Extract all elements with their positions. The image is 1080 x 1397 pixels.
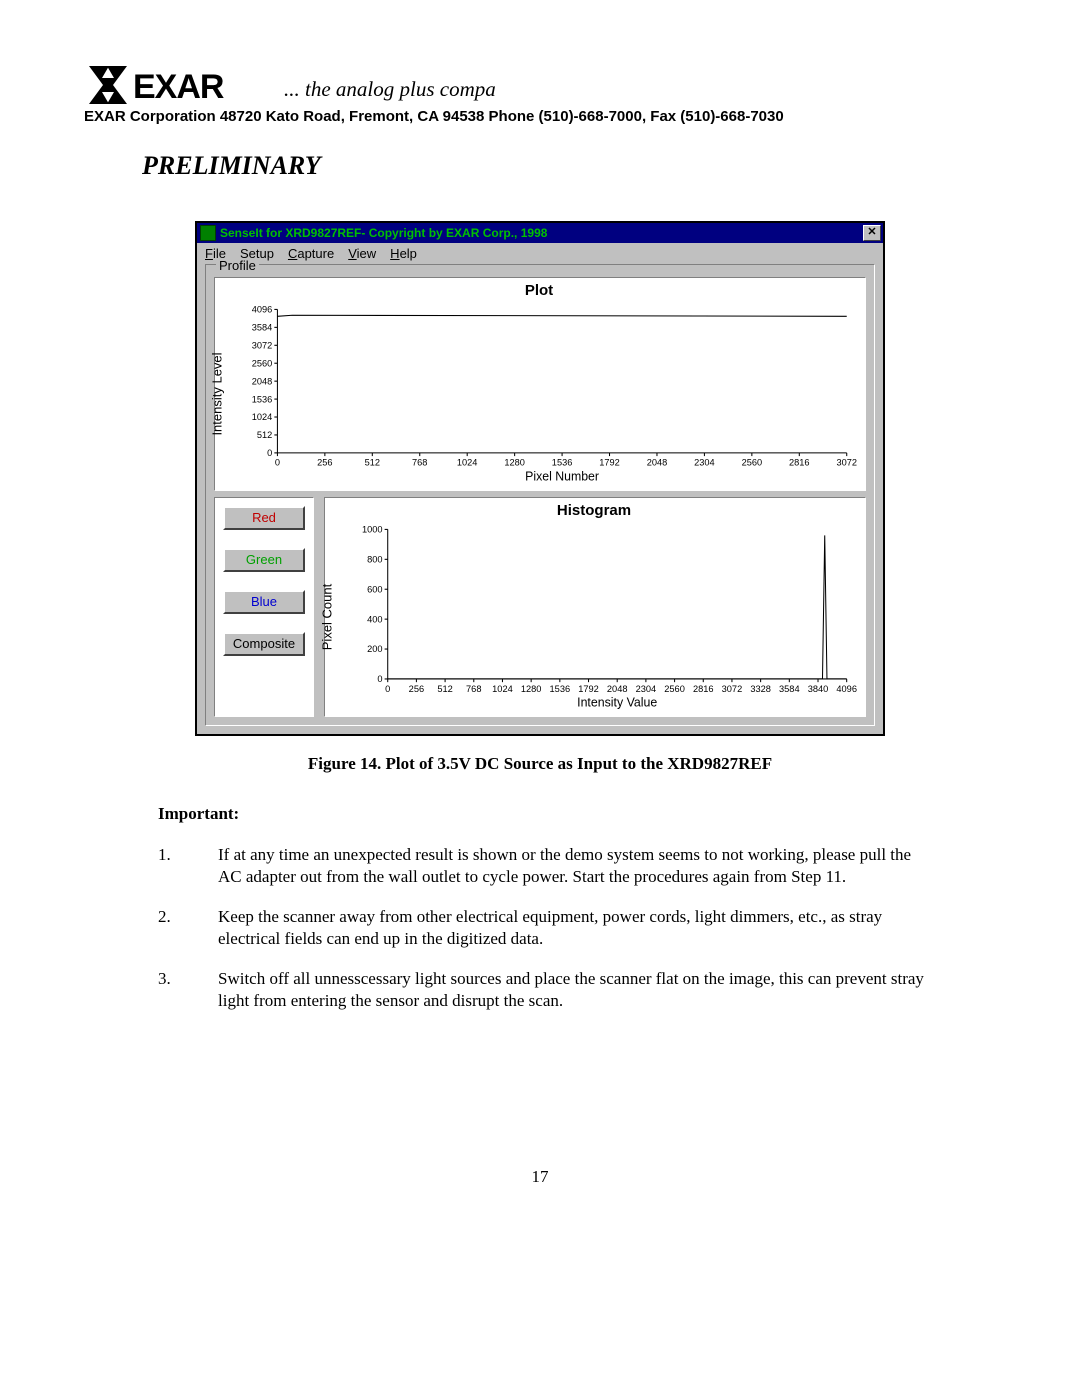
svg-text:1000: 1000 <box>362 523 383 534</box>
plot-chart: Intensity Level 051210241536204825603072… <box>221 303 857 485</box>
close-button[interactable]: ✕ <box>863 225 881 241</box>
svg-text:Pixel Number: Pixel Number <box>525 469 599 483</box>
svg-text:800: 800 <box>367 553 382 564</box>
svg-text:1536: 1536 <box>252 393 273 404</box>
svg-text:3328: 3328 <box>750 683 771 694</box>
svg-text:768: 768 <box>412 457 427 468</box>
svg-text:2048: 2048 <box>647 457 668 468</box>
page-number: 17 <box>0 1167 1080 1187</box>
notes-list: 1.If at any time an unexpected result is… <box>84 844 996 1013</box>
menu-capture-rest: apture <box>297 246 334 261</box>
svg-text:3584: 3584 <box>779 683 800 694</box>
histogram-panel: Histogram Pixel Count 020040060080010000… <box>324 497 866 717</box>
svg-text:2816: 2816 <box>693 683 714 694</box>
svg-text:256: 256 <box>317 457 332 468</box>
svg-text:0: 0 <box>377 673 382 684</box>
svg-text:4096: 4096 <box>252 303 273 314</box>
app-icon <box>200 225 216 241</box>
note-number: 1. <box>158 844 218 888</box>
titlebar: SenseIt for XRD9827REF- Copyright by EXA… <box>197 223 883 243</box>
menu-help[interactable]: Help <box>390 246 417 261</box>
svg-text:1024: 1024 <box>252 411 273 422</box>
note-text: If at any time an unexpected result is s… <box>218 844 926 888</box>
profile-legend: Profile <box>216 258 259 273</box>
plot-y-label: Intensity Level <box>210 352 225 435</box>
svg-text:EXAR: EXAR <box>133 68 224 104</box>
svg-text:1792: 1792 <box>578 683 599 694</box>
svg-text:3840: 3840 <box>808 683 829 694</box>
menu-view[interactable]: View <box>348 246 376 261</box>
svg-text:1280: 1280 <box>521 683 542 694</box>
window-title: SenseIt for XRD9827REF- Copyright by EXA… <box>220 226 547 240</box>
svg-text:1792: 1792 <box>599 457 620 468</box>
svg-text:1024: 1024 <box>457 457 478 468</box>
svg-text:Intensity Value: Intensity Value <box>577 696 657 710</box>
svg-text:2816: 2816 <box>789 457 810 468</box>
blue-button[interactable]: Blue <box>223 590 305 614</box>
svg-text:768: 768 <box>466 683 481 694</box>
svg-text:1024: 1024 <box>492 683 513 694</box>
header: EXAR ... the analog plus compa <box>84 66 996 104</box>
tagline: ... the analog plus compa <box>284 77 496 104</box>
svg-text:4096: 4096 <box>836 683 857 694</box>
menu-view-rest: iew <box>357 246 377 261</box>
note-number: 2. <box>158 906 218 950</box>
note-item: 1.If at any time an unexpected result is… <box>158 844 926 888</box>
preliminary-heading: PRELIMINARY <box>142 151 996 181</box>
histogram-row: Red Green Blue Composite Histogram Pixel… <box>214 497 866 717</box>
menu-help-rest: elp <box>400 246 417 261</box>
plot-panel: Plot Intensity Level 0512102415362048256… <box>214 277 866 491</box>
svg-text:512: 512 <box>257 429 272 440</box>
menu-capture[interactable]: Capture <box>288 246 334 261</box>
svg-text:0: 0 <box>275 457 280 468</box>
svg-text:3072: 3072 <box>722 683 743 694</box>
svg-text:2560: 2560 <box>252 357 273 368</box>
figure-caption: Figure 14. Plot of 3.5V DC Source as Inp… <box>84 754 996 774</box>
svg-text:2304: 2304 <box>694 457 715 468</box>
red-button[interactable]: Red <box>223 506 305 530</box>
svg-text:512: 512 <box>365 457 380 468</box>
svg-text:600: 600 <box>367 583 382 594</box>
menubar: File Setup Capture View Help <box>197 243 883 264</box>
company-address: EXAR Corporation 48720 Kato Road, Fremon… <box>84 108 996 125</box>
histogram-svg: 0 200 400 600 800 1000 0 256 512 768 1024 1280 1536 1… <box>331 523 857 711</box>
channel-panel: Red Green Blue Composite <box>214 497 314 717</box>
svg-text:3072: 3072 <box>836 457 857 468</box>
svg-text:0: 0 <box>267 447 272 458</box>
composite-button[interactable]: Composite <box>223 632 305 656</box>
svg-text:3072: 3072 <box>252 339 273 350</box>
note-item: 2.Keep the scanner away from other elect… <box>158 906 926 950</box>
svg-text:400: 400 <box>367 613 382 624</box>
important-heading: Important: <box>158 804 996 824</box>
green-button[interactable]: Green <box>223 548 305 572</box>
svg-text:1536: 1536 <box>550 683 571 694</box>
profile-group: Profile Plot Intensity Level 05121024153… <box>205 264 875 726</box>
svg-text:256: 256 <box>409 683 424 694</box>
svg-text:2048: 2048 <box>252 375 273 386</box>
svg-text:2560: 2560 <box>664 683 685 694</box>
plot-title: Plot <box>221 282 857 299</box>
plot-svg: 0 512 1024 1536 2048 2560 3072 3584 4096 0 256 512 7… <box>221 303 857 485</box>
svg-text:2048: 2048 <box>607 683 628 694</box>
svg-text:0: 0 <box>385 683 390 694</box>
svg-text:1536: 1536 <box>552 457 573 468</box>
note-text: Keep the scanner away from other electri… <box>218 906 926 950</box>
svg-text:2560: 2560 <box>742 457 763 468</box>
note-number: 3. <box>158 968 218 1012</box>
application-window: SenseIt for XRD9827REF- Copyright by EXA… <box>195 221 885 736</box>
svg-text:2304: 2304 <box>636 683 657 694</box>
svg-text:512: 512 <box>437 683 452 694</box>
svg-text:1280: 1280 <box>504 457 525 468</box>
svg-text:3584: 3584 <box>252 321 273 332</box>
exar-logo: EXAR <box>84 66 274 104</box>
page: EXAR ... the analog plus compa EXAR Corp… <box>0 0 1080 1397</box>
note-item: 3.Switch off all unnesscessary light sou… <box>158 968 926 1012</box>
svg-text:200: 200 <box>367 643 382 654</box>
histogram-y-label: Pixel Count <box>320 584 335 650</box>
histogram-title: Histogram <box>331 502 857 519</box>
note-text: Switch off all unnesscessary light sourc… <box>218 968 926 1012</box>
histogram-chart: Pixel Count 0200400600800100002565127681… <box>331 523 857 711</box>
